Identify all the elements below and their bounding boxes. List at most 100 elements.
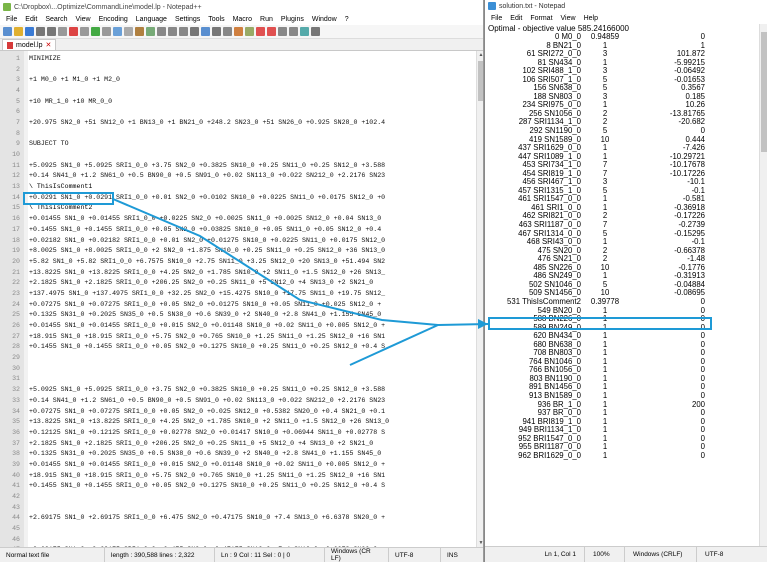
code-line[interactable]: 45	[0, 523, 476, 534]
code-line[interactable]: 12 +0.14 SN41_0 +1.2 SN61_0 +0.5 BN90_0 +…	[0, 171, 476, 182]
menu-item[interactable]: ?	[341, 16, 353, 23]
code-line[interactable]: 28 +0.1455 SN1_0 +0.1455 SRI1_0_0 +0.05 S…	[0, 342, 476, 353]
code-line[interactable]: 3 +1 M0_0 +1 M1_0 +1 M2_0	[0, 74, 476, 85]
toolbar-button-icon[interactable]	[36, 27, 45, 36]
code-line[interactable]: 46	[0, 534, 476, 545]
code-line[interactable]: 23 +137.4975 SN1_0 +137.4975 SRI1_0_0 +32…	[0, 288, 476, 299]
code-line[interactable]: 38 +0.1325 SN31_0 +0.2025 SN35_0 +0.5 SN3…	[0, 448, 476, 459]
code-line[interactable]: 24 +0.07275 SN1_0 +0.07275 SRI1_0_0 +0.05…	[0, 299, 476, 310]
toolbar-button-icon[interactable]	[300, 27, 309, 36]
menu-item[interactable]: File	[2, 16, 21, 23]
menu-item[interactable]: Help	[580, 15, 602, 22]
code-line[interactable]: 41 +0.1455 SN1_0 +0.1455 SRI1_0_0 +0.05 S…	[0, 481, 476, 492]
toolbar-button-icon[interactable]	[179, 27, 188, 36]
toolbar-button-icon[interactable]	[267, 27, 276, 36]
code-line[interactable]: 21 +13.8225 SN1_0 +13.8225 SRI1_0_0 +4.25…	[0, 267, 476, 278]
toolbar-button-icon[interactable]	[14, 27, 23, 36]
toolbar-button-icon[interactable]	[278, 27, 287, 36]
toolbar-button-icon[interactable]	[102, 27, 111, 36]
code-line[interactable]: 42	[0, 491, 476, 502]
code-line[interactable]: 17 +0.1455 SN1_0 +0.1455 SRI1_0_0 +0.05 S…	[0, 224, 476, 235]
code-line[interactable]: 15 \ ThisIsComment2	[0, 203, 476, 214]
code-line[interactable]: 34 +0.07275 SN1_0 +0.07275 SRI1_0_0 +0.05…	[0, 406, 476, 417]
tab-model-lp[interactable]: model.lp ✕	[2, 39, 57, 50]
notepad-text-area[interactable]: Optimal - objective value 585.24166000 0…	[485, 24, 760, 546]
menu-item[interactable]: Edit	[21, 16, 41, 23]
code-line[interactable]: 44 +2.69175 SN1_0 +2.69175 SRI1_0_0 +6.47…	[0, 513, 476, 524]
code-line[interactable]: 32 +5.0925 SN1_0 +5.0925 SRI1_0_0 +3.75 S…	[0, 384, 476, 395]
menu-item[interactable]: Tools	[204, 16, 228, 23]
menu-item[interactable]: Search	[41, 16, 71, 23]
toolbar-button-icon[interactable]	[47, 27, 56, 36]
menu-item[interactable]: Macro	[229, 16, 256, 23]
code-line[interactable]: 8	[0, 128, 476, 139]
toolbar-button-icon[interactable]	[245, 27, 254, 36]
code-line[interactable]: 18 +0.02182 SN1_0 +0.02182 SRI1_0_0 +0.01…	[0, 235, 476, 246]
toolbar-button-icon[interactable]	[69, 27, 78, 36]
code-editor[interactable]: 1 MINIMIZE 2 3 +1 M0_0 +1 M1_0 +1 M2_0 4 5 +10 …	[0, 51, 476, 547]
code-line[interactable]: 2	[0, 64, 476, 75]
toolbar-button-icon[interactable]	[135, 27, 144, 36]
toolbar-button-icon[interactable]	[311, 27, 320, 36]
menu-item[interactable]: Settings	[171, 16, 204, 23]
menu-item[interactable]: View	[557, 15, 580, 22]
toolbar-button-icon[interactable]	[289, 27, 298, 36]
code-line[interactable]: 6	[0, 106, 476, 117]
close-tab-icon[interactable]: ✕	[45, 41, 51, 49]
code-line[interactable]: 7 +20.975 SN2_0 +51 SN12_0 +1 BN13_0 +1 B…	[0, 117, 476, 128]
toolbar-button-icon[interactable]	[25, 27, 34, 36]
code-line[interactable]: 9 SUBJECT TO	[0, 139, 476, 150]
code-line[interactable]: 35 +13.8225 SN1_0 +13.8225 SRI1_0_0 +4.25…	[0, 416, 476, 427]
toolbar-button-icon[interactable]	[212, 27, 221, 36]
code-line[interactable]: 13 \ ThisIsComment1	[0, 181, 476, 192]
menu-item[interactable]: Edit	[506, 15, 526, 22]
menu-item[interactable]: View	[72, 16, 95, 23]
notepad-vertical-scrollbar[interactable]	[759, 24, 767, 546]
toolbar-button-icon[interactable]	[124, 27, 133, 36]
menu-item[interactable]: Run	[256, 16, 277, 23]
menu-item[interactable]: Format	[526, 15, 556, 22]
code-line[interactable]: 26 +0.01455 SN1_0 +0.01455 SRI1_0_0 +0.01…	[0, 320, 476, 331]
code-line[interactable]: 5 +10 MR_1_0 +10 MR_0_0	[0, 96, 476, 107]
code-line[interactable]: 22 +2.1825 SN1_0 +2.1825 SRI1_0_0 +206.25…	[0, 277, 476, 288]
toolbar-button-icon[interactable]	[91, 27, 100, 36]
toolbar-button-icon[interactable]	[190, 27, 199, 36]
code-line[interactable]: 25 +0.1325 SN31_0 +0.2025 SN35_0 +0.5 SN3…	[0, 310, 476, 321]
toolbar-button-icon[interactable]	[223, 27, 232, 36]
toolbar-button-icon[interactable]	[80, 27, 89, 36]
code-line[interactable]: 11 +5.0925 SN1_0 +5.0925 SRI1_0_0 +3.75 S…	[0, 160, 476, 171]
menu-item[interactable]: Language	[132, 16, 171, 23]
toolbar-button-icon[interactable]	[146, 27, 155, 36]
code-line[interactable]: 4	[0, 85, 476, 96]
code-line[interactable]: 30	[0, 363, 476, 374]
menu-item[interactable]: Window	[308, 16, 341, 23]
toolbar-button-icon[interactable]	[201, 27, 210, 36]
toolbar-button-icon[interactable]	[157, 27, 166, 36]
menu-item[interactable]: File	[487, 15, 506, 22]
code-line[interactable]: 40 +18.915 SN1_0 +18.915 SRI1_0_0 +5.75 S…	[0, 470, 476, 481]
toolbar-button-icon[interactable]	[168, 27, 177, 36]
code-line[interactable]: 16 +0.01455 SN1_0 +0.01455 SRI1_0_0 +0.02…	[0, 213, 476, 224]
code-line[interactable]: 14 +0.0291 SN1_0 +0.0291 SRI1_0_0 +0.01 S…	[0, 192, 476, 203]
code-line[interactable]: 19 +8.0025 SN1_0 +8.0025 SRI1_0_0 +2 SN2_…	[0, 245, 476, 256]
toolbar-button-icon[interactable]	[3, 27, 12, 36]
code-line[interactable]: 27 +18.915 SN1_0 +18.915 SRI1_0_0 +5.75 S…	[0, 331, 476, 342]
code-line[interactable]: 10	[0, 149, 476, 160]
toolbar-button-icon[interactable]	[256, 27, 265, 36]
code-line[interactable]: 1 MINIMIZE	[0, 53, 476, 64]
code-line[interactable]: 39 +0.01455 SN1_0 +0.01455 SRI1_0_0 +0.01…	[0, 459, 476, 470]
code-line[interactable]: 20 +5.82 SN1_0 +5.82 SRI1_0_0 +6.7575 SN1…	[0, 256, 476, 267]
toolbar-button-icon[interactable]	[58, 27, 67, 36]
editor-vertical-scrollbar[interactable]: ▲ ▼	[476, 51, 483, 547]
code-line[interactable]: 37 +2.1825 SN1_0 +2.1825 SRI1_0_0 +206.25…	[0, 438, 476, 449]
scrollbar-thumb[interactable]	[761, 32, 767, 152]
code-line[interactable]: 43	[0, 502, 476, 513]
toolbar-button-icon[interactable]	[234, 27, 243, 36]
code-line[interactable]: 36 +0.12125 SN1_0 +0.12125 SRI1_0_0 +0.02…	[0, 427, 476, 438]
code-line[interactable]: 33 +0.14 SN41_0 +1.2 SN61_0 +0.5 BN90_0 +…	[0, 395, 476, 406]
code-line[interactable]: 29	[0, 352, 476, 363]
menu-item[interactable]: Encoding	[95, 16, 132, 23]
menu-item[interactable]: Plugins	[277, 16, 308, 23]
toolbar-button-icon[interactable]	[113, 27, 122, 36]
code-line[interactable]: 31	[0, 374, 476, 385]
